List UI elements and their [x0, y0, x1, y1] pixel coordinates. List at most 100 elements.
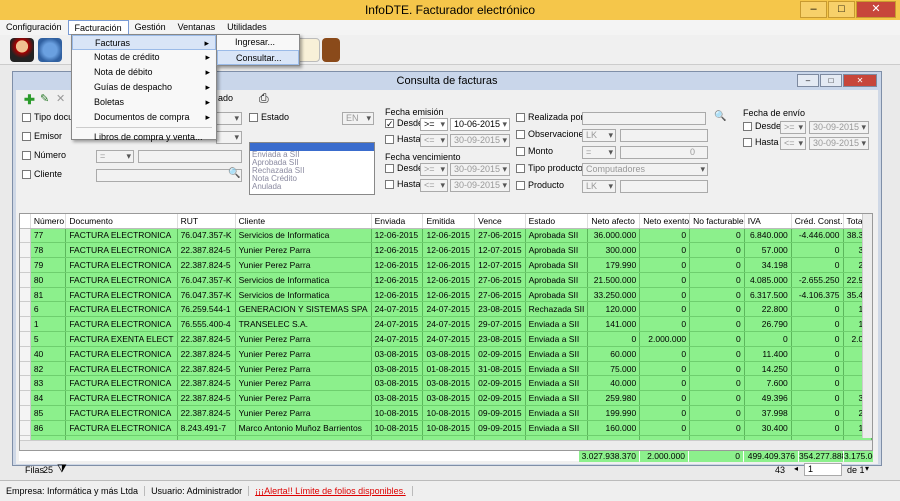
table-cell[interactable]: 24-07-2015 — [371, 301, 424, 318]
maximize-button[interactable]: □ — [828, 1, 855, 18]
producto-op[interactable]: LK — [582, 180, 616, 193]
submenu-item-consultar[interactable]: Consultar... — [217, 50, 299, 65]
table-cell[interactable]: Yunier Perez Parra — [235, 331, 372, 347]
row-header[interactable] — [20, 287, 31, 303]
table-cell[interactable]: 12-06-2015 — [422, 242, 476, 259]
menu-item-libros[interactable]: Libros de compra y venta... — [72, 130, 216, 145]
table-cell[interactable]: 11.400 — [744, 346, 792, 362]
table-cell[interactable]: Aprobada SII — [525, 257, 589, 273]
table-cell[interactable]: -4.446.000 — [791, 228, 844, 244]
table-cell[interactable]: 03-08-2015 — [371, 361, 424, 377]
venc-hasta-date[interactable]: 30-09-2015 — [450, 179, 510, 192]
table-cell[interactable]: FACTURA ELECTRONICA — [65, 375, 178, 392]
table-cell[interactable]: TRANSELEC S.A. — [235, 316, 372, 333]
table-cell[interactable]: 12-07-2015 — [474, 242, 526, 259]
table-cell[interactable]: 40 — [30, 346, 67, 362]
table-cell[interactable]: GENERACION Y SISTEMAS SPA — [235, 301, 372, 318]
table-cell[interactable]: 6.317.500 — [744, 287, 792, 303]
table-cell[interactable]: 0 — [689, 257, 745, 273]
table-cell[interactable]: 7.600 — [744, 375, 792, 392]
table-cell[interactable]: 0 — [639, 242, 691, 259]
col-vence[interactable]: Vence — [474, 214, 526, 229]
table-cell[interactable]: 10-08-2015 — [422, 405, 476, 421]
menu-utilidades[interactable]: Utilidades — [221, 20, 273, 35]
row-header[interactable] — [20, 346, 31, 362]
row-header[interactable] — [20, 257, 31, 273]
globe-icon[interactable] — [38, 38, 62, 62]
table-cell[interactable]: Aprobada SII — [525, 287, 589, 303]
row-header[interactable] — [20, 331, 31, 347]
realizada-por-input[interactable] — [582, 112, 706, 125]
table-cell[interactable]: 0 — [791, 405, 844, 421]
col-emitida[interactable]: Emitida — [422, 214, 476, 229]
table-cell[interactable]: FACTURA ELECTRONICA — [65, 228, 178, 244]
table-cell[interactable]: 0 — [744, 331, 792, 347]
status-alert-link[interactable]: ¡¡¡Alerta!! Límite de folios disponibles… — [249, 486, 413, 496]
table-cell[interactable]: 0 — [639, 228, 691, 244]
table-cell[interactable]: 36.000.000 — [587, 228, 641, 244]
venc-desde-date[interactable]: 30-09-2015 — [450, 163, 510, 176]
col-cred-const[interactable]: Créd. Const. — [791, 214, 844, 229]
table-cell[interactable]: -2.655.250 — [791, 272, 844, 288]
menu-configuracion[interactable]: Configuración — [0, 20, 68, 35]
table-cell[interactable]: 77 — [30, 228, 67, 244]
venc-hasta-check[interactable]: Hasta — [385, 179, 421, 190]
table-cell[interactable]: 85 — [30, 405, 67, 421]
table-cell[interactable]: FACTURA ELECTRONICA — [65, 287, 178, 303]
emisor-filter[interactable]: Emisor — [22, 131, 62, 142]
table-cell[interactable]: 76.047.357-K — [177, 272, 236, 288]
table-cell[interactable]: 12-07-2015 — [474, 257, 526, 273]
venc-hasta-op[interactable]: <= — [420, 179, 448, 192]
producto-input[interactable] — [620, 180, 708, 193]
estado-lang-select[interactable]: EN — [342, 112, 374, 125]
menu-item-guias-despacho[interactable]: Guías de despacho ▸ — [72, 80, 216, 95]
table-cell[interactable]: FACTURA ELECTRONICA — [65, 272, 178, 288]
table-cell[interactable]: 37.998 — [744, 405, 792, 421]
table-cell[interactable]: 14.250 — [744, 361, 792, 377]
table-cell[interactable]: 12-06-2015 — [371, 242, 424, 259]
table-cell[interactable]: 75.000 — [587, 361, 641, 377]
table-cell[interactable]: Enviada a SII — [525, 405, 589, 421]
table-row[interactable]: 80 FACTURA ELECTRONICA 76.047.357-K Servici… — [20, 272, 872, 288]
table-cell[interactable]: 12-06-2015 — [371, 287, 424, 303]
col-cliente[interactable]: Cliente — [235, 214, 372, 229]
table-cell[interactable]: 5 — [30, 331, 67, 347]
table-cell[interactable]: FACTURA ELECTRONICA — [65, 257, 178, 273]
table-cell[interactable]: 76.259.544-1 — [177, 301, 236, 318]
table-cell[interactable]: 0 — [689, 316, 745, 333]
realizada-search-icon[interactable]: 🔍 — [714, 111, 726, 122]
table-cell[interactable]: FACTURA ELECTRONICA — [65, 420, 178, 436]
table-cell[interactable]: 0 — [689, 346, 745, 362]
table-cell[interactable]: 6.840.000 — [744, 228, 792, 244]
col-estado[interactable]: Estado — [525, 214, 589, 229]
envio-hasta-check[interactable]: Hasta — [743, 137, 779, 148]
envio-desde-op[interactable]: >= — [780, 121, 806, 134]
emision-hasta-check[interactable]: Hasta — [385, 134, 421, 145]
table-row[interactable]: 82 FACTURA ELECTRONICA 22.387.824-5 Yunier … — [20, 361, 872, 377]
menu-item-nota-debito[interactable]: Nota de débito ▸ — [72, 65, 216, 80]
table-cell[interactable]: 300.000 — [587, 242, 641, 259]
col-enviada[interactable]: Enviada — [371, 214, 424, 229]
table-cell[interactable]: 0 — [791, 361, 844, 377]
table-row[interactable]: 83 FACTURA ELECTRONICA 22.387.824-5 Yunier … — [20, 375, 872, 392]
table-cell[interactable]: 0 — [689, 272, 745, 288]
table-cell[interactable]: 83 — [30, 375, 67, 392]
table-cell[interactable]: FACTURA ELECTRONICA — [65, 346, 178, 362]
numero-input[interactable] — [138, 150, 242, 163]
table-cell[interactable]: Yunier Perez Parra — [235, 375, 372, 392]
add-icon[interactable]: ✚ — [24, 92, 35, 108]
table-cell[interactable]: 02-09-2015 — [474, 390, 526, 407]
table-cell[interactable]: Rechazada SII — [525, 301, 589, 318]
emision-hasta-op[interactable]: <= — [420, 134, 448, 147]
table-cell[interactable]: 0 — [791, 331, 844, 347]
table-cell[interactable]: 0 — [689, 361, 745, 377]
table-row[interactable]: 86 FACTURA ELECTRONICA 8.243.491-7 Marco An… — [20, 420, 872, 436]
table-cell[interactable]: 22.387.824-5 — [177, 405, 236, 421]
col-documento[interactable]: Documento — [65, 214, 178, 229]
table-cell[interactable]: 0 — [791, 257, 844, 273]
table-cell[interactable]: 0 — [791, 316, 844, 333]
table-cell[interactable]: 03-08-2015 — [422, 390, 476, 407]
table-cell[interactable]: 12-06-2015 — [422, 228, 476, 244]
cliente-input[interactable] — [96, 169, 242, 182]
numero-operator[interactable]: = — [96, 150, 134, 163]
